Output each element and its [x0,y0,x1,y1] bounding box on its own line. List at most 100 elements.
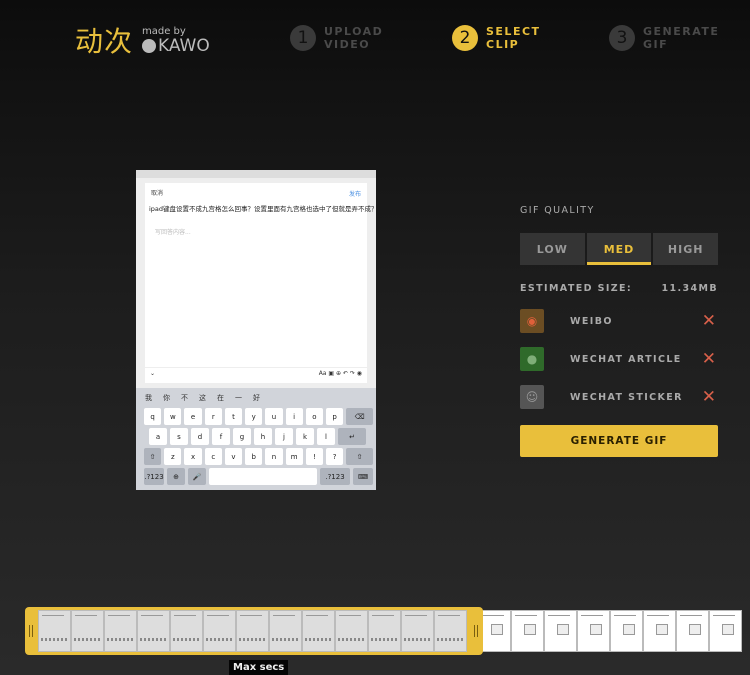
timeline-frame [610,610,643,652]
timeline-frame [335,610,368,652]
weibo-icon: ◉ [520,309,544,333]
keyboard-key: g [233,428,251,445]
keyboard-key: ⌨ [353,468,373,485]
step-number: 2 [452,25,478,51]
timeline-frames-selected [38,610,467,652]
keyboard-row: .?123 ⊕ 🎤 .?123 ⌨ [139,468,373,485]
keyboard-key [209,468,317,485]
kawo-brand: KAWO [142,36,210,56]
step-label: CLIP [486,38,520,51]
generate-gif-button[interactable]: GENERATE GIF [520,425,718,457]
keyboard-key: m [285,448,303,465]
sticker-icon: ☺ [520,385,544,409]
gif-quality-label: GIF QUALITY [520,205,595,216]
step-label: GENERATE [643,25,720,38]
timeline-frame [170,610,203,652]
step-number: 3 [609,25,635,51]
timeline-frame [302,610,335,652]
step-upload-video[interactable]: 1 UPLOAD VIDEO [290,25,383,51]
timeline[interactable] [25,607,742,655]
timeline-frame [137,610,170,652]
quality-selector: LOW MED HIGH [520,233,719,265]
timeline-frame [643,610,676,652]
step-generate-gif[interactable]: 3 GENERATE GIF [609,25,719,51]
keyboard-key: n [265,448,283,465]
timeline-frame [38,610,71,652]
keyboard-key: ? [325,448,344,465]
timeline-frame [236,610,269,652]
keyboard-key: b [245,448,263,465]
candidate-word: 一 [235,394,242,402]
keyboard-key: u [265,408,283,425]
keyboard-key: r [204,408,222,425]
keyboard-key: s [170,428,188,445]
keyboard-key: e [184,408,202,425]
kawo-logo-icon [142,39,156,53]
keyboard-key: h [254,428,272,445]
x-icon: ✕ [701,349,716,369]
platform-name: WECHAT STICKER [570,391,683,403]
platform-wechat-sticker: ☺ WECHAT STICKER ✕ [520,385,718,409]
wechat-icon: ● [520,347,544,371]
selected-range[interactable] [25,607,483,655]
video-publish-text: 发布 [348,191,361,198]
platform-wechat-article: ● WECHAT ARTICLE ✕ [520,347,718,371]
platform-weibo: ◉ WEIBO ✕ [520,309,718,333]
left-handle[interactable] [29,625,33,637]
keyboard-key: p [325,408,344,425]
video-preview[interactable]: 取消 发布 ipad键盘设置不成九宫格怎么回事？设置里面有九宫格也选中了但就是弄… [136,170,376,490]
quality-low-button[interactable]: LOW [520,233,585,265]
keyboard-key: c [204,448,222,465]
timeline-frame [104,610,137,652]
keyboard-key: ⊕ [167,468,185,485]
keyboard-key: q [144,408,162,425]
timeline-frame [676,610,709,652]
keyboard-row: ⇧ z x c v b n m!? ⇧ [139,448,373,465]
candidate-word: 好 [253,394,260,402]
keyboard-key: o [305,408,323,425]
estimated-size: ESTIMATED SIZE: 11.34MB [520,283,718,294]
timeline-frame [511,610,544,652]
logo[interactable]: 动次 [75,20,133,60]
timeline-frame [269,610,302,652]
keyboard-key: x [184,448,202,465]
keyboard-key: .?123 [320,468,350,485]
shift-key: ⇧ [144,448,162,465]
keyboard-key: l [317,428,335,445]
keyboard-key: 🎤 [188,468,206,485]
timeline-frame [709,610,742,652]
platform-name: WECHAT ARTICLE [570,353,682,365]
keyboard-key: k [296,428,314,445]
keyboard-key: f [212,428,230,445]
keyboard-key: t [224,408,243,425]
keyboard-row: q w e r t y u i o p ⌫ [139,408,373,425]
quality-high-button[interactable]: HIGH [653,233,719,265]
keyboard-key: z [164,448,182,465]
timeline-frame [203,610,236,652]
keyboard-key: y [245,408,263,425]
candidate-word: 这 [199,394,206,402]
keyboard-key: a [149,428,167,445]
keyboard-key: ! [305,448,323,465]
keyboard-function-key: ⌫ [346,408,373,425]
keyboard-key: i [285,408,303,425]
video-placeholder-text: 写回答内容... [155,229,191,236]
step-number: 1 [290,25,316,51]
video-question-text: ipad键盘设置不成九宫格怎么回事？设置里面有九宫格也选中了但就是弄不成？ [149,205,376,213]
right-handle[interactable] [474,625,478,637]
candidate-word: 在 [217,394,224,402]
x-icon: ✕ [701,311,716,331]
quality-med-button[interactable]: MED [586,233,652,265]
estimated-size-value: 11.34MB [661,283,718,294]
timeline-frame [577,610,610,652]
video-keyboard: 我你不这在一好 q w e r t y u i o p ⌫ a s d f g h j k l ↵ ⇧ z x c v b n m!? ⇧… [136,388,376,490]
step-select-clip[interactable]: 2 SELECT CLIP [452,25,541,51]
timeline-frames-unselected [478,610,742,652]
timeline-frame [401,610,434,652]
timeline-frame [368,610,401,652]
keyboard-key: d [191,428,209,445]
estimated-size-label: ESTIMATED SIZE: [520,283,633,294]
candidate-word: 不 [181,394,188,402]
step-label: GIF [643,38,669,51]
timeline-frame [544,610,577,652]
